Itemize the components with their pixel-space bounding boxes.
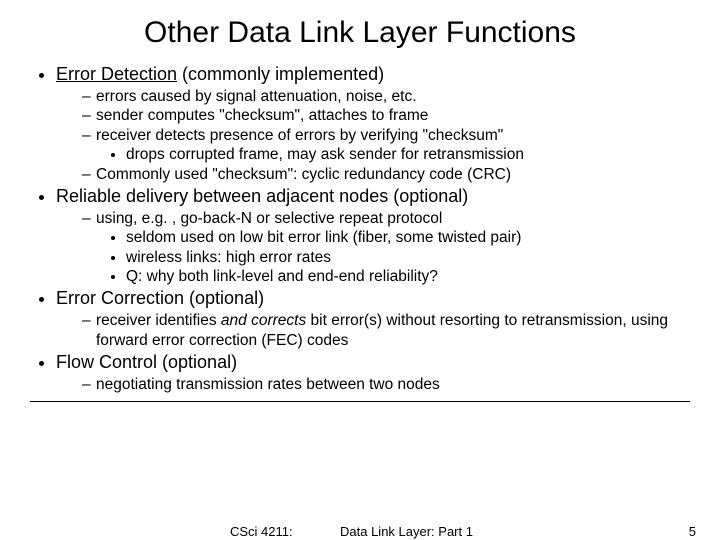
dash-list: receiver identifies and corrects bit err…	[56, 311, 690, 350]
footer-course: CSci 4211:	[230, 524, 293, 539]
dash-item: using, e.g. , go-back-N or selective rep…	[82, 209, 690, 287]
dash-item: receiver detects presence of errors by v…	[82, 126, 690, 165]
dash-list: negotiating transmission rates between t…	[56, 375, 690, 394]
footer-page-number: 5	[689, 524, 696, 539]
dash-item: receiver identifies and corrects bit err…	[82, 311, 690, 350]
dash-text: sender computes "checksum", attaches to …	[96, 107, 428, 124]
section-error-detection: Error Detection (commonly implemented) e…	[56, 64, 690, 184]
heading-rest: (commonly implemented)	[177, 64, 384, 84]
dot-list: seldom used on low bit error link (fiber…	[96, 228, 690, 286]
heading-underlined: Error Detection	[56, 64, 177, 84]
dash-item: sender computes "checksum", attaches to …	[82, 106, 690, 125]
slide-title: Other Data Link Layer Functions	[30, 16, 690, 50]
dot-item: wireless links: high error rates	[126, 248, 690, 267]
section-heading: Error Correction (optional)	[56, 288, 264, 308]
dash-list: errors caused by signal attenuation, noi…	[56, 87, 690, 184]
section-error-correction: Error Correction (optional) receiver ide…	[56, 288, 690, 350]
section-flow-control: Flow Control (optional) negotiating tran…	[56, 352, 690, 394]
dash-text: using, e.g. , go-back-N or selective rep…	[96, 210, 442, 227]
section-heading: Error Detection (commonly implemented)	[56, 64, 384, 84]
dash-text: negotiating transmission rates between t…	[96, 376, 440, 393]
dash-text: receiver detects presence of errors by v…	[96, 127, 503, 144]
bullet-list: Error Detection (commonly implemented) e…	[30, 64, 690, 395]
dash-list: using, e.g. , go-back-N or selective rep…	[56, 209, 690, 287]
dash-text: Commonly used "checksum": cyclic redunda…	[96, 166, 511, 183]
section-reliable-delivery: Reliable delivery between adjacent nodes…	[56, 186, 690, 287]
footer-rule	[30, 401, 690, 402]
slide: Other Data Link Layer Functions Error De…	[0, 0, 720, 540]
dot-list: drops corrupted frame, may ask sender fo…	[96, 145, 690, 164]
dot-item: seldom used on low bit error link (fiber…	[126, 228, 690, 247]
dot-item: Q: why both link-level and end-end relia…	[126, 267, 690, 286]
dash-item: negotiating transmission rates between t…	[82, 375, 690, 394]
dot-item: drops corrupted frame, may ask sender fo…	[126, 145, 690, 164]
dash-item: Commonly used "checksum": cyclic redunda…	[82, 165, 690, 184]
footer-subtitle: Data Link Layer: Part 1	[340, 524, 473, 539]
dash-text-italic: and corrects	[221, 312, 306, 329]
dash-text: errors caused by signal attenuation, noi…	[96, 88, 417, 105]
section-heading: Reliable delivery between adjacent nodes…	[56, 186, 468, 206]
section-heading: Flow Control (optional)	[56, 352, 237, 372]
dash-item: errors caused by signal attenuation, noi…	[82, 87, 690, 106]
dash-text-pre: receiver identifies	[96, 312, 221, 329]
